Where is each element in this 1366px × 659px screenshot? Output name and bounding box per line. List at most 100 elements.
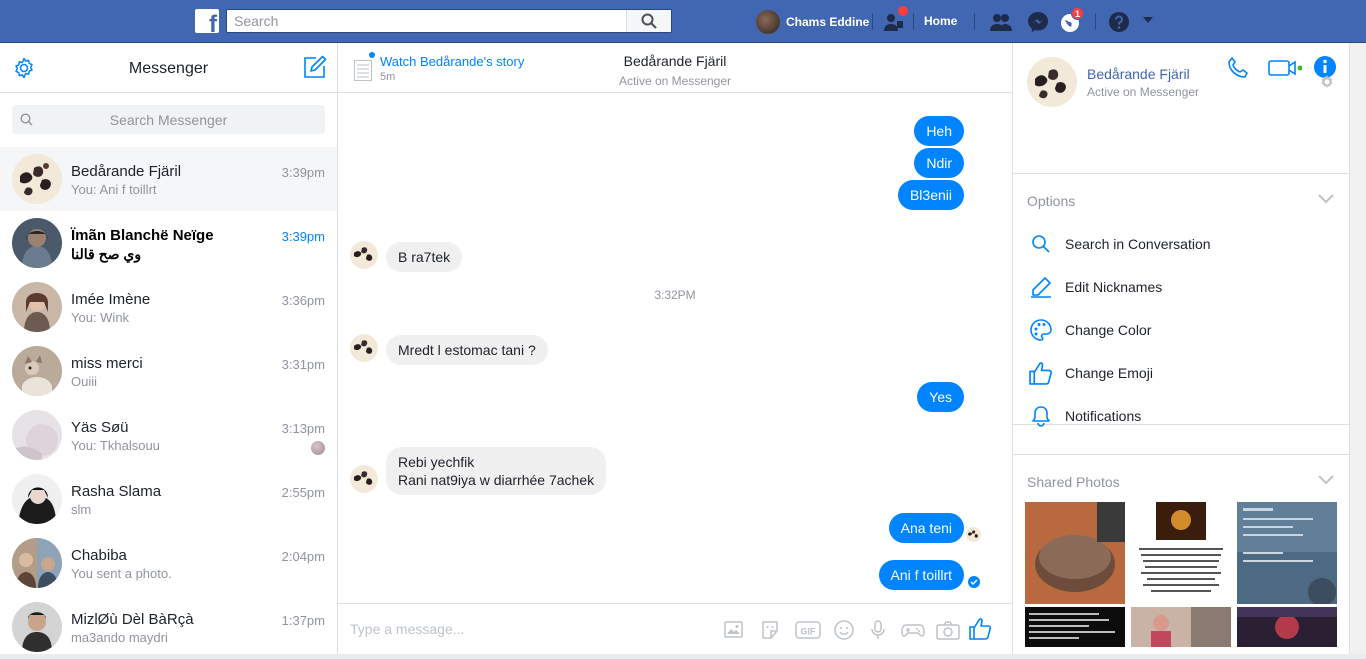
conversation-name: Rasha Slama bbox=[71, 483, 162, 500]
conversation-item[interactable]: Rasha Slama slm 2:55pm bbox=[0, 467, 337, 531]
conversation-time: 3:39pm bbox=[281, 229, 325, 244]
delivered-check-icon bbox=[968, 576, 980, 588]
conversation-time: 3:31pm bbox=[281, 357, 325, 372]
compose-message-icon[interactable] bbox=[302, 55, 327, 80]
shared-photo[interactable] bbox=[1237, 607, 1337, 647]
shared-photos-title[interactable]: Shared Photos bbox=[1027, 474, 1120, 490]
games-icon[interactable] bbox=[901, 619, 925, 641]
incoming-message: Mredt l estomac tani ? bbox=[386, 335, 548, 365]
conversation-item[interactable]: Imée Imène You: Wink 3:36pm bbox=[0, 275, 337, 339]
option-search-in-conversation[interactable]: Search in Conversation bbox=[1027, 229, 1211, 259]
facebook-logo[interactable]: f bbox=[195, 9, 219, 33]
conversation-snippet: slm bbox=[71, 502, 92, 517]
chevron-down-icon[interactable] bbox=[1318, 475, 1334, 485]
outgoing-message: Heh bbox=[914, 116, 964, 146]
conversation-item[interactable]: miss merci Ouiii 3:31pm bbox=[0, 339, 337, 403]
divider bbox=[872, 13, 873, 30]
divider bbox=[974, 13, 975, 30]
conversation-time: 2:55pm bbox=[281, 485, 325, 500]
avatar bbox=[12, 538, 62, 588]
bell-icon bbox=[1027, 402, 1055, 430]
outgoing-message: Ana teni bbox=[888, 513, 964, 543]
avatar bbox=[12, 474, 62, 524]
conversation-item[interactable]: Chabiba You sent a photo. 2:04pm bbox=[0, 531, 337, 595]
chevron-down-icon[interactable] bbox=[1318, 194, 1334, 204]
outgoing-message: Yes bbox=[917, 382, 964, 412]
conversation-snippet: You: Wink bbox=[71, 310, 130, 325]
conversation-snippet: You sent a photo. bbox=[71, 566, 172, 581]
option-edit-nicknames[interactable]: Edit Nicknames bbox=[1027, 272, 1162, 302]
option-change-emoji[interactable]: Change Emoji bbox=[1027, 358, 1153, 388]
conversation-name: MizlØù Dèl BàRçà bbox=[71, 611, 194, 628]
gif-icon[interactable]: GIF bbox=[795, 619, 821, 641]
incoming-message: Rebi yechfik bbox=[398, 454, 475, 470]
search-icon bbox=[1027, 230, 1055, 258]
option-change-color[interactable]: Change Color bbox=[1027, 315, 1151, 345]
avatar bbox=[12, 154, 62, 204]
conversation-item[interactable]: MizlØù Dèl BàRçà ma3ando maydri 1:37pm bbox=[0, 595, 337, 659]
options-title[interactable]: Options bbox=[1027, 193, 1075, 209]
avatar bbox=[12, 602, 62, 652]
avatar bbox=[12, 218, 62, 268]
conversation-name: Ïmãn Blanchë Neïge bbox=[71, 227, 214, 244]
timestamp-divider: 3:32PM bbox=[654, 288, 696, 302]
conversation-details: Bedårande Fjäril Active on Messenger Opt… bbox=[1012, 43, 1350, 654]
details-name[interactable]: Bedårande Fjäril bbox=[1087, 66, 1190, 82]
avatar[interactable] bbox=[1027, 57, 1077, 107]
palette-icon bbox=[1027, 316, 1055, 344]
search-button[interactable] bbox=[626, 10, 671, 32]
outgoing-message: Ani f toillrt bbox=[878, 560, 964, 590]
conversation-time: 2:04pm bbox=[281, 549, 325, 564]
sidebar-title: Messenger bbox=[128, 60, 209, 77]
peer-avatar bbox=[350, 465, 378, 493]
camera-icon[interactable] bbox=[936, 619, 960, 641]
conversation-time: 3:36pm bbox=[281, 293, 325, 308]
thumbs-up-icon bbox=[1027, 359, 1055, 387]
conversation-snippet: وي صح قالنا bbox=[71, 246, 142, 262]
page-scrollbar[interactable] bbox=[1349, 43, 1366, 654]
shared-photo[interactable] bbox=[1025, 502, 1125, 604]
message-input[interactable] bbox=[350, 618, 710, 640]
photo-upload-icon[interactable] bbox=[722, 619, 744, 641]
conversation-list: Bedårande Fjäril You: Ani f toillrt 3:39… bbox=[0, 147, 337, 659]
sticker-icon[interactable] bbox=[759, 619, 781, 641]
shared-photo[interactable] bbox=[1131, 607, 1231, 647]
pencil-icon bbox=[1027, 273, 1055, 301]
conversation-item[interactable]: Bedårande Fjäril You: Ani f toillrt 3:39… bbox=[0, 147, 337, 211]
chat-peer-name: Bedårande Fjäril bbox=[623, 53, 727, 69]
incoming-message: B ra7tek bbox=[386, 242, 463, 272]
incoming-message: Rani nat9iya w diarrhée 7achek bbox=[398, 472, 595, 488]
shared-photo[interactable] bbox=[1237, 502, 1337, 604]
avatar bbox=[756, 10, 780, 34]
conversation-name: miss merci bbox=[71, 355, 143, 372]
peer-avatar bbox=[350, 334, 378, 362]
details-profile: Bedårande Fjäril Active on Messenger bbox=[1013, 0, 1350, 174]
microphone-icon[interactable] bbox=[867, 619, 889, 641]
conversation-snippet: ma3ando maydri bbox=[71, 630, 168, 645]
option-notifications[interactable]: Notifications bbox=[1027, 401, 1141, 431]
conversation-item[interactable]: Ïmãn Blanchë Neïge وي صح قالنا 3:39pm bbox=[0, 211, 337, 275]
settings-gear-icon[interactable] bbox=[1319, 74, 1335, 90]
profile-link[interactable]: Chams Eddine bbox=[756, 9, 869, 35]
details-status: Active on Messenger bbox=[1087, 85, 1200, 99]
outgoing-message: Bl3enii bbox=[897, 180, 964, 210]
shared-photo[interactable] bbox=[1025, 607, 1125, 647]
conversation-snippet: You: Tkhalsouu bbox=[71, 438, 160, 453]
find-friends-icon[interactable] bbox=[882, 6, 908, 34]
peer-avatar bbox=[350, 241, 378, 269]
messenger-app: Messenger Bedårande Fjäril You: Ani f to… bbox=[0, 43, 1350, 654]
incoming-message-group: Rebi yechfik Rani nat9iya w diarrhée 7ac… bbox=[386, 447, 607, 495]
conversation-snippet: You: Ani f toillrt bbox=[71, 182, 157, 197]
global-search-input[interactable] bbox=[227, 10, 627, 32]
conversation-name: Chabiba bbox=[71, 547, 127, 564]
search-icon bbox=[20, 113, 33, 126]
conversation-name: Imée Imène bbox=[71, 291, 151, 308]
home-link[interactable]: Home bbox=[924, 14, 957, 28]
conversation-item[interactable]: Yäs Søü You: Tkhalsouu 3:13pm bbox=[0, 403, 337, 467]
thumbs-up-send-icon[interactable] bbox=[968, 616, 993, 641]
emoji-icon[interactable] bbox=[833, 619, 855, 641]
shared-photo[interactable] bbox=[1131, 502, 1231, 604]
messenger-search-input[interactable] bbox=[12, 105, 325, 134]
friend-requests-icon[interactable] bbox=[989, 10, 1013, 34]
conversation-time: 3:39pm bbox=[281, 165, 325, 180]
